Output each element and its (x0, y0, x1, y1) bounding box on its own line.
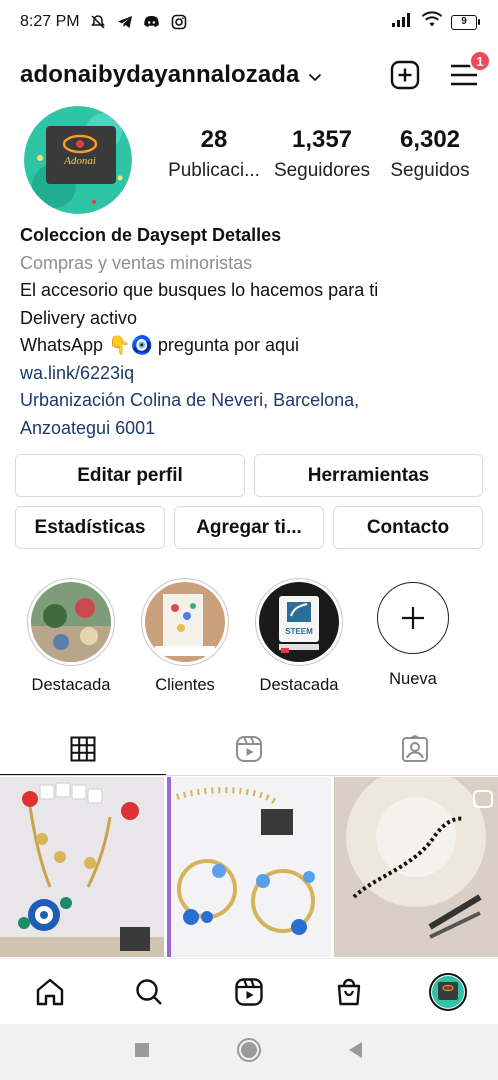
recents-button[interactable] (133, 1041, 151, 1064)
profile-avatar-small (429, 972, 468, 1011)
post-thumbnail[interactable] (334, 777, 498, 957)
highlight-thumbnail (31, 582, 111, 662)
tab-tagged[interactable] (332, 722, 498, 776)
bio-whatsapp-line: WhatsApp 👇🧿 pregunta por aqui (20, 332, 480, 360)
whatsapp-text: WhatsApp (20, 335, 104, 355)
home-button[interactable] (236, 1037, 262, 1068)
post-thumbnail[interactable] (0, 777, 164, 957)
highlight-thumbnail: STEEM (259, 582, 339, 662)
highlight-thumbnail (145, 582, 225, 662)
posts-grid (0, 777, 498, 957)
back-triangle-icon (349, 1041, 363, 1058)
stat-label: Publicaci... (168, 160, 260, 181)
stat-value: 1,357 (291, 126, 353, 153)
tab-divider (0, 775, 498, 776)
highlight-label: Destacada (31, 676, 111, 694)
action-row-1: Editar perfil Herramientas (15, 454, 483, 497)
insights-button[interactable]: Estadísticas (15, 506, 165, 549)
contact-button[interactable]: Contacto (333, 506, 483, 549)
chevron-down-icon[interactable] (308, 69, 322, 87)
wifi-icon (421, 11, 443, 33)
battery-icon: 9 (451, 14, 480, 30)
address-line[interactable]: Anzoategui 6001 (20, 415, 480, 443)
stat-value: 28 (200, 126, 228, 153)
profile-tabs (0, 722, 498, 776)
nav-reels[interactable] (219, 964, 279, 1020)
back-button[interactable] (347, 1040, 365, 1065)
nav-shop[interactable] (319, 964, 379, 1020)
nav-home[interactable] (20, 964, 80, 1020)
website-link[interactable]: wa.link/6223iq (20, 360, 480, 388)
tab-reels[interactable] (166, 722, 332, 776)
stat-value: 6,302 (399, 126, 461, 153)
username[interactable]: adonaibydayannalozada (20, 61, 300, 89)
highlight-label: Destacada (259, 676, 339, 694)
add-shop-button[interactable]: Agregar ti... (174, 506, 324, 549)
category: Compras y ventas minoristas (20, 252, 253, 273)
circle-icon (236, 1037, 261, 1062)
stat-followers[interactable]: 1,357 Seguidores (270, 126, 374, 182)
story-highlights: Destacada Clientes STEEM Destacada Nueva (0, 578, 498, 695)
nav-profile[interactable] (418, 964, 478, 1020)
grid-icon (70, 736, 96, 762)
new-highlight-button[interactable]: Nueva (356, 578, 470, 695)
display-name: Coleccion de Daysept Detalles (20, 225, 282, 245)
system-navigation (0, 1024, 498, 1080)
shopping-bag-icon (337, 978, 360, 1005)
whatsapp-suffix: pregunta por aqui (157, 335, 300, 355)
action-row-2: Estadísticas Agregar ti... Contacto (15, 506, 483, 549)
highlight-label: Nueva (389, 670, 437, 688)
notification-badge: 1 (469, 50, 491, 72)
reels-icon (236, 736, 262, 762)
profile-bio: Coleccion de Daysept Detalles Compras y … (20, 222, 480, 442)
tagged-icon (402, 735, 428, 762)
profile-stats: 28 Publicaci... 1,357 Seguidores 6,302 S… (162, 126, 482, 182)
tab-grid[interactable] (0, 722, 166, 776)
status-right: 9 (391, 11, 480, 33)
address-line[interactable]: Urbanización Colina de Neveri, Barcelona… (20, 387, 480, 415)
battery-level: 9 (451, 14, 477, 30)
svg-text:Adonai: Adonai (63, 155, 96, 167)
emoji: 👇🧿 (108, 335, 153, 355)
create-post-button[interactable] (390, 60, 420, 90)
mute-icon (89, 13, 107, 31)
home-icon (36, 978, 63, 1005)
reels-icon (235, 977, 263, 1006)
bio-line: Delivery activo (20, 307, 138, 328)
highlight-item[interactable]: Clientes (128, 578, 242, 695)
menu-button[interactable]: 1 (450, 50, 491, 87)
profile-header: adonaibydayannalozada 1 (0, 50, 498, 100)
bottom-navigation (0, 958, 498, 1024)
highlight-item[interactable]: STEEM Destacada (242, 578, 356, 695)
highlight-label: Clientes (155, 676, 215, 694)
search-icon (136, 978, 163, 1005)
bio-line: El accesorio que busques lo hacemos para… (20, 280, 379, 300)
status-left: 8:27 PM (20, 13, 188, 31)
status-bar: 8:27 PM 9 (0, 0, 498, 44)
post-thumbnail[interactable] (167, 777, 331, 957)
avatar-image: Adonai (24, 106, 132, 214)
stat-following[interactable]: 6,302 Seguidos (378, 126, 482, 182)
edit-profile-button[interactable]: Editar perfil (15, 454, 245, 497)
square-icon (134, 1042, 149, 1057)
discord-icon (143, 13, 161, 31)
telegram-icon (116, 13, 134, 31)
status-time: 8:27 PM (20, 13, 80, 30)
instagram-icon (170, 13, 188, 31)
nav-search[interactable] (119, 964, 179, 1020)
stat-label: Seguidores (273, 160, 371, 181)
profile-avatar[interactable]: Adonai (24, 106, 132, 214)
stat-posts[interactable]: 28 Publicaci... (162, 126, 266, 182)
signal-icon (391, 12, 413, 33)
plus-square-icon (390, 60, 420, 90)
stat-label: Seguidos (390, 160, 470, 181)
tools-button[interactable]: Herramientas (254, 454, 483, 497)
steem-text: STEEM (285, 627, 313, 636)
plus-icon (402, 607, 424, 629)
highlight-item[interactable]: Destacada (14, 578, 128, 695)
